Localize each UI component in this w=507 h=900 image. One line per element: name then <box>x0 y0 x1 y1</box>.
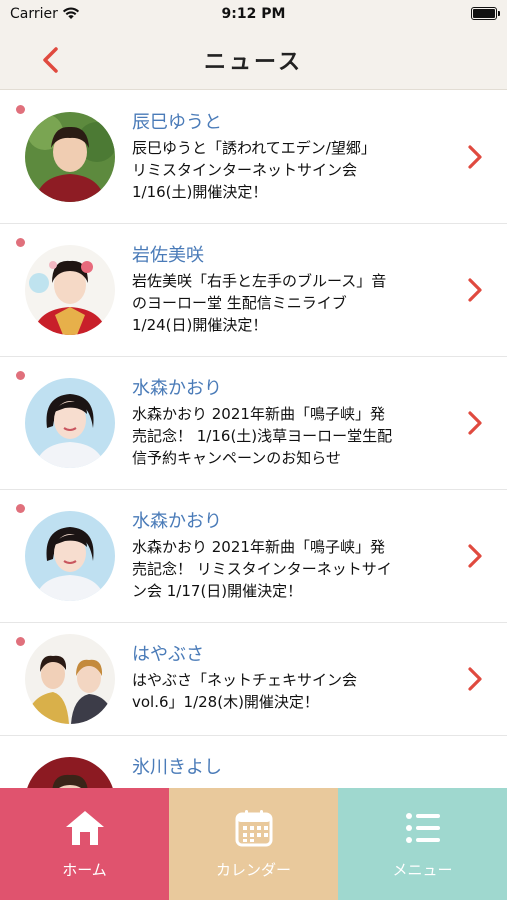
news-headline: 水森かおり 2021年新曲「鳴子峡」発 売記念！ 1/16(土)浅草ヨーロー堂生… <box>132 403 454 469</box>
news-list[interactable]: 辰巳ゆうと 辰巳ゆうと「誘われてエデン/望郷」 リミスタインターネットサイン会 … <box>0 91 507 788</box>
news-headline: 辰巳ゆうと「誘われてエデン/望郷」 リミスタインターネットサイン会 1/16(土… <box>132 137 454 203</box>
headline-line: のヨーロー堂 生配信ミニライブ <box>132 294 347 312</box>
artist-avatar <box>25 112 115 202</box>
headline-line: vol.6」1/28(木)開催決定！ <box>132 693 319 711</box>
news-headline: 水森かおり 2021年新曲「鳴子峡」発 売記念！ リミスタインターネットサイ ン… <box>132 536 454 602</box>
artist-name: 辰巳ゆうと <box>132 112 222 133</box>
chevron-right-icon <box>468 667 482 691</box>
page-title: ニュース <box>204 50 303 75</box>
menu-icon <box>405 813 440 843</box>
news-item[interactable]: 辰巳ゆうと 辰巳ゆうと「誘われてエデン/望郷」 リミスタインターネットサイン会 … <box>0 91 507 224</box>
unread-dot <box>16 238 25 247</box>
headline-line: リミスタインターネットサイン会 <box>132 161 358 179</box>
news-item[interactable]: 氷川きよし <box>0 736 507 788</box>
nav-bar: ニュース <box>0 30 507 90</box>
chevron-right-icon <box>468 411 482 435</box>
artist-name: はやぶさ <box>132 644 204 665</box>
artist-avatar <box>25 757 115 788</box>
tab-bar: ホーム カレンダー メニュー <box>0 788 507 900</box>
headline-line: 辰巳ゆうと「誘われてエデン/望郷」 <box>132 139 376 157</box>
news-headline: 岩佐美咲「右手と左手のブルース」音 のヨーロー堂 生配信ミニライブ 1/24(日… <box>132 270 454 336</box>
artist-name: 氷川きよし <box>132 757 222 778</box>
calendar-icon <box>235 810 272 847</box>
chevron-right-icon <box>468 278 482 302</box>
unread-dot <box>16 637 25 646</box>
clock: 9:12 PM <box>221 6 286 22</box>
headline-line: 水森かおり 2021年新曲「鳴子峡」発 <box>132 405 385 423</box>
headline-line: 水森かおり 2021年新曲「鳴子峡」発 <box>132 538 385 556</box>
artist-name: 水森かおり <box>132 378 222 399</box>
news-item[interactable]: 水森かおり 水森かおり 2021年新曲「鳴子峡」発 売記念！ 1/16(土)浅草… <box>0 357 507 490</box>
artist-avatar <box>25 634 115 724</box>
headline-line: 売記念！ 1/16(土)浅草ヨーロー堂生配 <box>132 427 393 445</box>
artist-avatar <box>25 378 115 468</box>
artist-avatar <box>25 245 115 335</box>
home-icon <box>65 811 104 845</box>
news-item[interactable]: 水森かおり 水森かおり 2021年新曲「鳴子峡」発 売記念！ リミスタインターネ… <box>0 490 507 623</box>
headline-line: はやぶさ「ネットチェキサイン会 <box>132 671 358 689</box>
chevron-right-icon <box>468 544 482 568</box>
headline-line: 1/24(日)開催決定！ <box>132 316 268 334</box>
tab-menu[interactable]: メニュー <box>338 788 507 900</box>
unread-dot <box>16 504 25 513</box>
headline-line: 1/16(土)開催決定！ <box>132 183 268 201</box>
artist-name: 水森かおり <box>132 511 222 532</box>
battery-icon <box>471 7 500 20</box>
headline-line: 売記念！ リミスタインターネットサイ <box>132 560 392 578</box>
news-item[interactable]: はやぶさ はやぶさ「ネットチェキサイン会 vol.6」1/28(木)開催決定！ <box>0 623 507 736</box>
unread-dot <box>16 105 25 114</box>
tab-label: ホーム <box>62 861 107 879</box>
artist-avatar <box>25 511 115 601</box>
artist-name: 岩佐美咲 <box>132 245 204 266</box>
news-headline: はやぶさ「ネットチェキサイン会 vol.6」1/28(木)開催決定！ <box>132 669 454 713</box>
unread-dot <box>16 371 25 380</box>
news-item[interactable]: 岩佐美咲 岩佐美咲「右手と左手のブルース」音 のヨーロー堂 生配信ミニライブ 1… <box>0 224 507 357</box>
tab-label: カレンダー <box>215 861 291 879</box>
headline-line: 岩佐美咲「右手と左手のブルース」音 <box>132 272 387 290</box>
tab-label: メニュー <box>392 861 453 879</box>
status-bar: Carrier 9:12 PM <box>0 0 507 30</box>
chevron-right-icon <box>468 145 482 169</box>
headline-line: 信予約キャンペーンのお知らせ <box>132 449 341 467</box>
tab-home[interactable]: ホーム <box>0 788 169 900</box>
headline-line: ン会 1/17(日)開催決定！ <box>132 582 303 600</box>
tab-calendar[interactable]: カレンダー <box>169 788 338 900</box>
